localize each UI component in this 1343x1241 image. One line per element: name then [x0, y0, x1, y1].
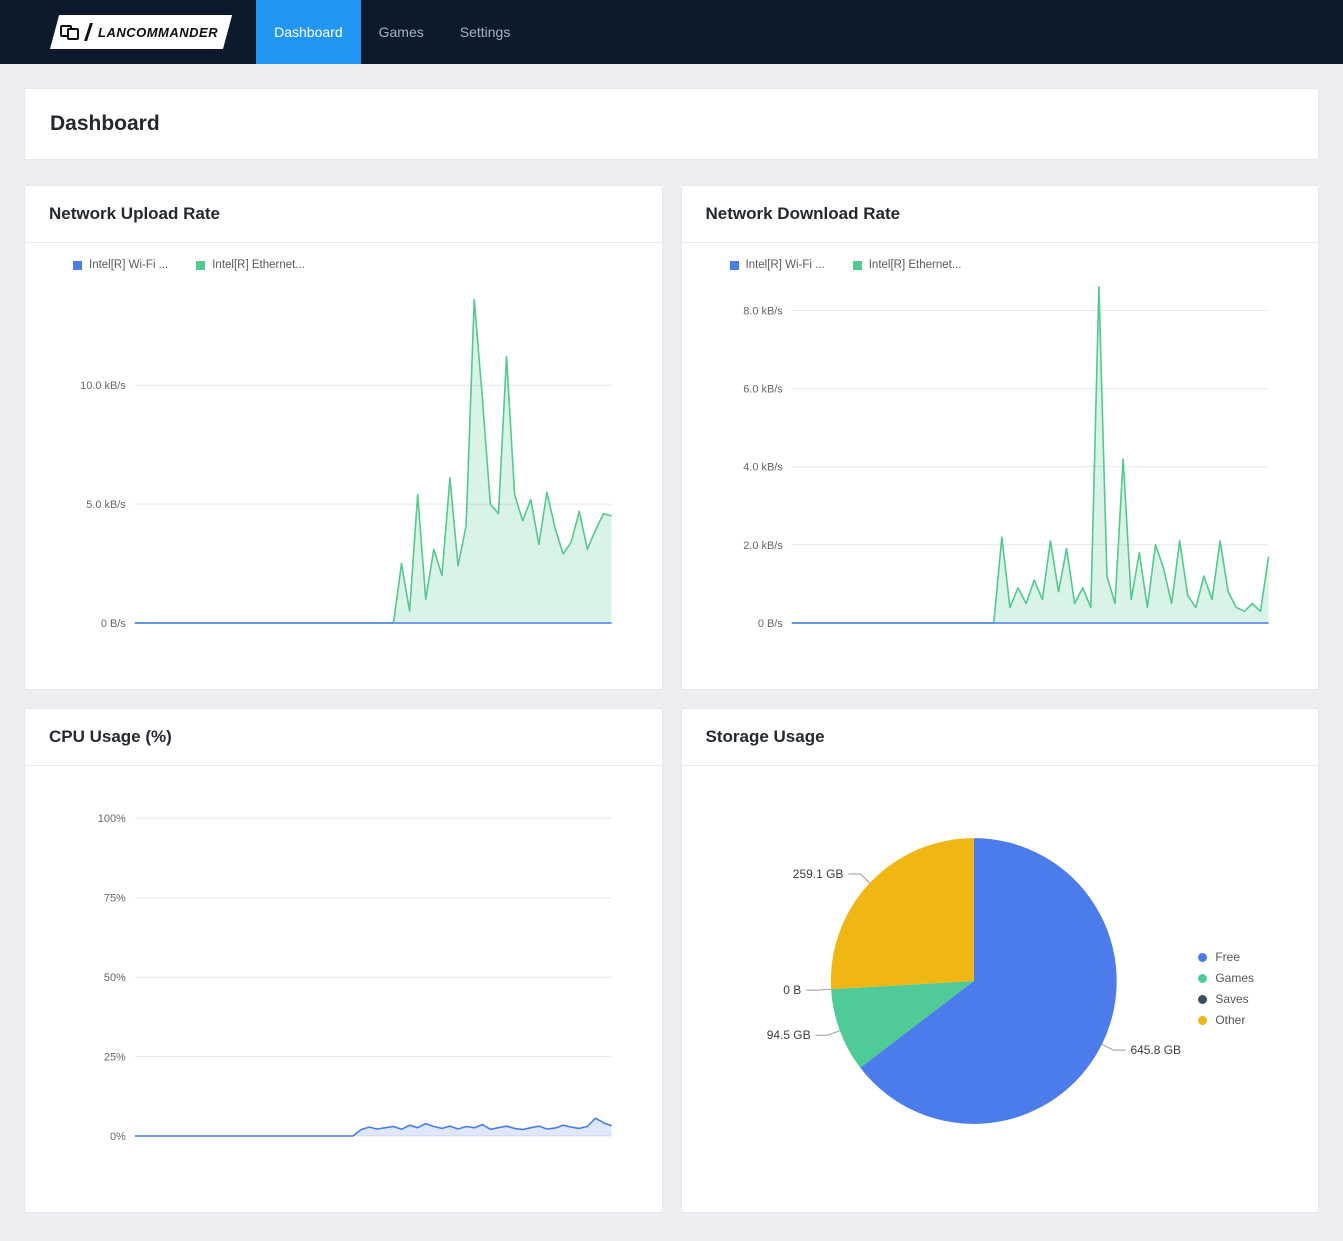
chart-legend: Intel[R] Wi-Fi ... Intel[R] Ethernet...: [706, 247, 1295, 275]
card-title: CPU Usage (%): [49, 727, 172, 746]
card-title: Storage Usage: [706, 727, 825, 746]
card-body: 645.8 GB 94.5 GB 0 B 259.1 GB Free Games Save…: [682, 766, 1319, 1212]
page-header-card: Dashboard: [24, 88, 1319, 160]
svg-text:8.0 kB/s: 8.0 kB/s: [743, 305, 783, 317]
pie-legend-label: Games: [1215, 971, 1254, 985]
pie-legend-dot: [1198, 1016, 1207, 1025]
svg-text:100%: 100%: [98, 813, 126, 825]
legend-label: Intel[R] Wi-Fi ...: [746, 259, 825, 271]
svg-text:4.0 kB/s: 4.0 kB/s: [743, 462, 783, 474]
pie-label-games: 94.5 GB: [766, 1028, 810, 1042]
pie-legend-item-games[interactable]: Games: [1198, 971, 1254, 985]
card-body: 0% 25% 50% 75% 100%: [25, 766, 662, 1212]
pie-wrap: 645.8 GB 94.5 GB 0 B 259.1 GB Free Games Save…: [706, 770, 1295, 1198]
svg-text:0%: 0%: [110, 1131, 126, 1143]
nav-links: Dashboard Games Settings: [256, 0, 528, 64]
pie-label-saves: 0 B: [783, 983, 801, 997]
card-header: Network Download Rate: [682, 186, 1319, 243]
pie-legend: Free Games Saves Other: [1198, 950, 1254, 1027]
nav-item-dashboard[interactable]: Dashboard: [256, 0, 361, 64]
chart-legend: Intel[R] Wi-Fi ... Intel[R] Ethernet...: [49, 247, 638, 275]
main-content: Dashboard Network Upload Rate Intel[R] W…: [0, 64, 1343, 1237]
card-title: Network Download Rate: [706, 204, 901, 223]
legend-label: Intel[R] Ethernet...: [212, 259, 305, 271]
pie-legend-item-saves[interactable]: Saves: [1198, 992, 1254, 1006]
nav-item-settings[interactable]: Settings: [442, 0, 529, 64]
svg-text:0 B/s: 0 B/s: [101, 618, 126, 630]
cpu-usage-card: CPU Usage (%) 0% 25% 50% 75% 100%: [24, 708, 663, 1213]
legend-swatch: [73, 261, 82, 270]
top-navbar: LANCOMMANDER Dashboard Games Settings: [0, 0, 1343, 64]
pie-legend-label: Saves: [1215, 992, 1248, 1006]
pie-legend-item-free[interactable]: Free: [1198, 950, 1254, 964]
svg-text:75%: 75%: [104, 893, 126, 905]
legend-item-intel-r-ethernet[interactable]: Intel[R] Ethernet...: [853, 259, 962, 271]
pie-leader-line: [1101, 1044, 1125, 1050]
card-header: Storage Usage: [682, 709, 1319, 766]
charts-grid: Network Upload Rate Intel[R] Wi-Fi ...In…: [24, 185, 1319, 1213]
svg-text:10.0 kB/s: 10.0 kB/s: [80, 380, 126, 392]
svg-text:0 B/s: 0 B/s: [757, 618, 782, 630]
pie-label-free: 645.8 GB: [1130, 1043, 1181, 1057]
network-upload-card: Network Upload Rate Intel[R] Wi-Fi ...In…: [24, 185, 663, 690]
pie-label-other: 259.1 GB: [792, 867, 843, 881]
chart-legend: [49, 770, 638, 788]
pie-leader-line: [806, 989, 831, 990]
network-download-card: Network Download Rate Intel[R] Wi-Fi ...…: [681, 185, 1320, 690]
svg-text:25%: 25%: [104, 1052, 126, 1064]
pie-slice-other[interactable]: [830, 838, 973, 989]
network-upload-chart: 0 B/s 5.0 kB/s 10.0 kB/s: [49, 275, 638, 647]
network-download-chart: 0 B/s 2.0 kB/s 4.0 kB/s 6.0 kB/s 8.0 kB/s: [706, 275, 1295, 647]
legend-swatch: [853, 261, 862, 270]
pie-legend-label: Free: [1215, 950, 1240, 964]
pie-legend-dot: [1198, 953, 1207, 962]
lancommander-icon: [60, 25, 79, 40]
card-header: CPU Usage (%): [25, 709, 662, 766]
legend-item-intel-r-ethernet[interactable]: Intel[R] Ethernet...: [196, 259, 305, 271]
pie-legend-label: Other: [1215, 1013, 1245, 1027]
card-title: Network Upload Rate: [49, 204, 220, 223]
legend-swatch: [196, 261, 205, 270]
card-header: Network Upload Rate: [25, 186, 662, 243]
pie-legend-dot: [1198, 995, 1207, 1004]
legend-item-intel-r-wi-fi[interactable]: Intel[R] Wi-Fi ...: [730, 259, 825, 271]
legend-label: Intel[R] Wi-Fi ...: [89, 259, 168, 271]
pie-leader-line: [815, 1031, 839, 1036]
pie-legend-dot: [1198, 974, 1207, 983]
pie-legend-item-other[interactable]: Other: [1198, 1013, 1254, 1027]
nav-item-games[interactable]: Games: [361, 0, 442, 64]
lancommander-logo[interactable]: LANCOMMANDER: [50, 15, 232, 49]
legend-item-intel-r-wi-fi[interactable]: Intel[R] Wi-Fi ...: [73, 259, 168, 271]
svg-text:6.0 kB/s: 6.0 kB/s: [743, 383, 783, 395]
cpu-usage-chart: 0% 25% 50% 75% 100%: [49, 788, 638, 1160]
card-body: Intel[R] Wi-Fi ... Intel[R] Ethernet... 0…: [682, 243, 1319, 689]
storage-usage-card: Storage Usage 645.8 GB 94.5 GB 0 B 259.1 GB…: [681, 708, 1320, 1213]
logo-slash-icon: [84, 23, 93, 41]
card-body: Intel[R] Wi-Fi ... Intel[R] Ethernet... 0…: [25, 243, 662, 689]
svg-text:2.0 kB/s: 2.0 kB/s: [743, 540, 783, 552]
logo-text: LANCOMMANDER: [98, 25, 218, 40]
legend-swatch: [730, 261, 739, 270]
svg-text:5.0 kB/s: 5.0 kB/s: [86, 499, 126, 511]
svg-text:50%: 50%: [104, 972, 126, 984]
page-title: Dashboard: [50, 112, 160, 136]
pie-leader-line: [848, 874, 869, 883]
legend-label: Intel[R] Ethernet...: [869, 259, 962, 271]
